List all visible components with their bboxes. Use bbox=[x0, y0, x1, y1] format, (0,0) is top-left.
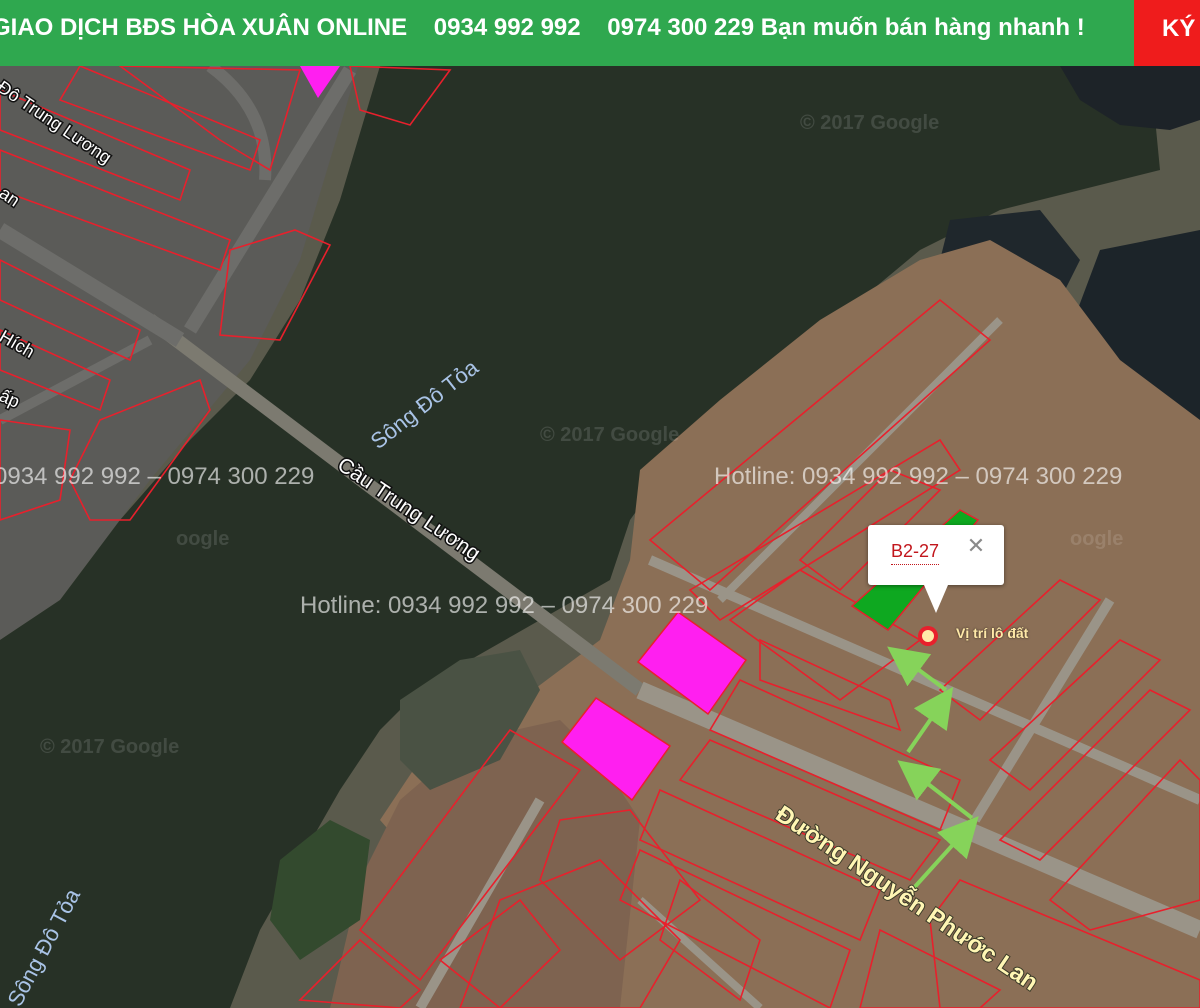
promo-banner: GIAO DỊCH BĐS HÒA XUÂN ONLINE 0934 992 9… bbox=[0, 0, 1200, 66]
location-pin-icon[interactable] bbox=[918, 626, 938, 646]
map-watermark: © 2017 Google bbox=[540, 424, 680, 446]
location-label: Vị trí lô đất bbox=[956, 625, 1029, 641]
close-icon[interactable]: ✕ bbox=[964, 535, 988, 559]
hotline-overlay: Hotline: 0934 992 992 – 0974 300 229 bbox=[300, 592, 709, 619]
banner-text: GIAO DỊCH BĐS HÒA XUÂN ONLINE 0934 992 9… bbox=[0, 14, 1085, 41]
satellite-map[interactable]: Sông Đô Tỏa Sông Đô Tỏa Cầu Trung Lương … bbox=[0, 0, 1200, 1008]
map-watermark: oogle bbox=[176, 528, 230, 550]
hotline-overlay: Hotline: 0934 992 992 – 0974 300 229 bbox=[714, 463, 1123, 490]
lot-info-popup: B2-27 ✕ bbox=[868, 525, 1004, 613]
banner-cta-button[interactable]: KÝ bbox=[1134, 0, 1200, 66]
hotline-overlay: 0934 992 992 – 0974 300 229 bbox=[0, 463, 315, 490]
map-watermark: © 2017 Google bbox=[800, 112, 940, 134]
map-watermark: oogle bbox=[1070, 528, 1124, 550]
lot-id-link[interactable]: B2-27 bbox=[891, 541, 940, 565]
map-view[interactable]: Sông Đô Tỏa Sông Đô Tỏa Cầu Trung Lương … bbox=[0, 0, 1200, 1008]
map-watermark: © 2017 Google bbox=[40, 736, 180, 758]
